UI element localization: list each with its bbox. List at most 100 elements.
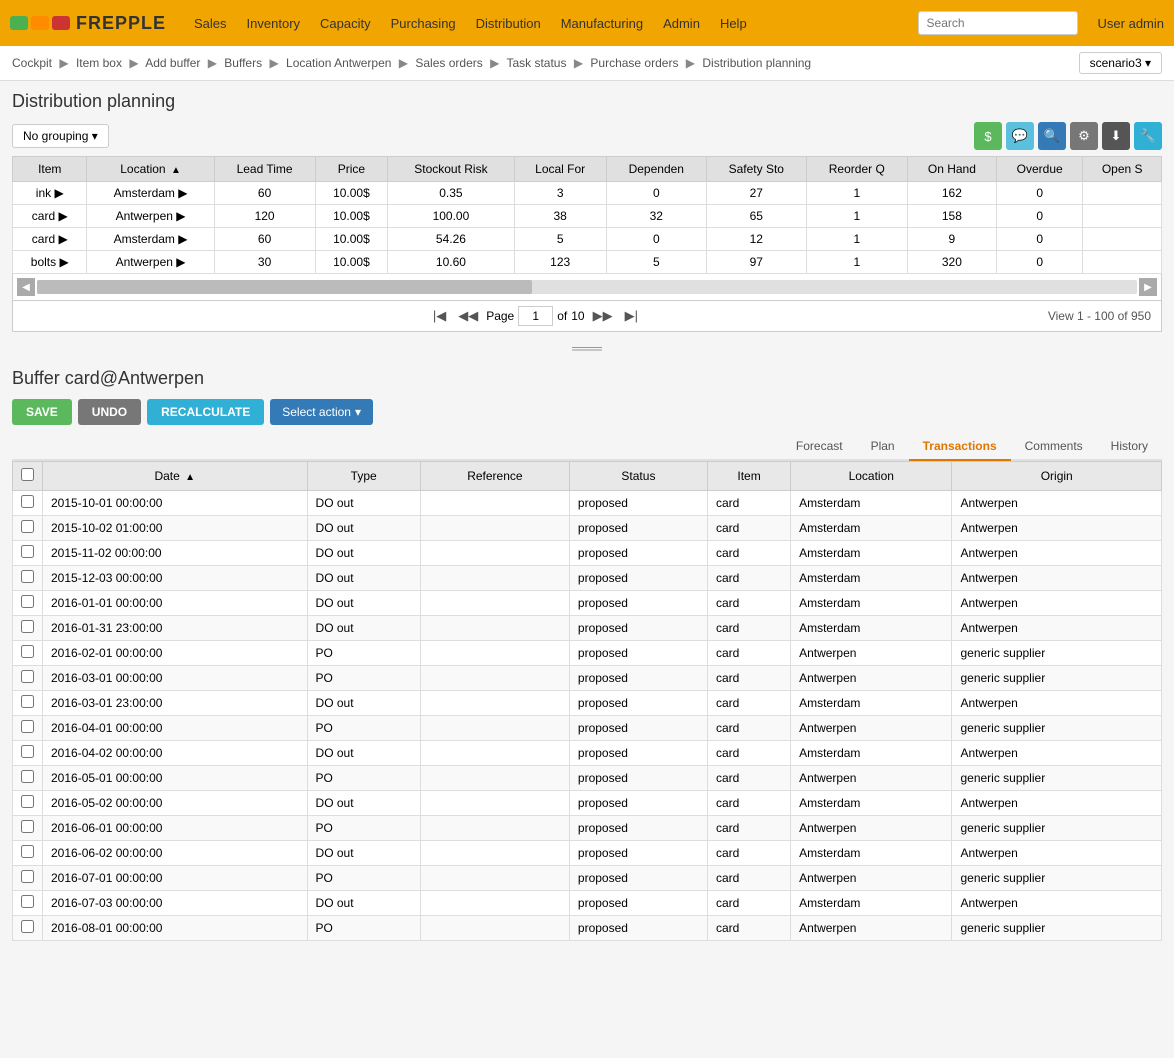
nav-link-manufacturing[interactable]: Manufacturing <box>553 12 651 35</box>
row-checkbox-cell[interactable] <box>13 591 43 616</box>
breadcrumb-purchase-orders[interactable]: Purchase orders <box>590 56 678 70</box>
settings-icon-btn[interactable]: ⚙ <box>1070 122 1098 150</box>
page-input[interactable] <box>518 306 553 326</box>
col-status[interactable]: Status <box>569 462 707 491</box>
row-checkbox-cell[interactable] <box>13 691 43 716</box>
nav-link-inventory[interactable]: Inventory <box>239 12 308 35</box>
cell-reference[interactable] <box>420 841 569 866</box>
row-checkbox-cell[interactable] <box>13 666 43 691</box>
first-page-btn[interactable]: |◀ <box>429 307 450 325</box>
tab-plan[interactable]: Plan <box>857 433 909 461</box>
cell-location[interactable]: Antwerpen ▶ <box>87 251 214 274</box>
col-local-for[interactable]: Local For <box>514 157 606 182</box>
breadcrumb-sales-orders[interactable]: Sales orders <box>415 56 482 70</box>
row-checkbox-cell[interactable] <box>13 916 43 941</box>
cell-reference[interactable] <box>420 916 569 941</box>
row-checkbox-cell[interactable] <box>13 516 43 541</box>
cell-reference[interactable] <box>420 616 569 641</box>
row-checkbox[interactable] <box>21 595 34 608</box>
last-page-btn[interactable]: ▶| <box>621 307 642 325</box>
row-checkbox[interactable] <box>21 745 34 758</box>
h-scroll-right[interactable]: ▶ <box>1139 278 1157 296</box>
row-checkbox-cell[interactable] <box>13 816 43 841</box>
row-checkbox-cell[interactable] <box>13 841 43 866</box>
breadcrumb-task-status[interactable]: Task status <box>506 56 566 70</box>
cell-reference[interactable] <box>420 666 569 691</box>
row-checkbox-cell[interactable] <box>13 866 43 891</box>
col-item[interactable]: Item <box>13 157 87 182</box>
col-open[interactable]: Open S <box>1083 157 1162 182</box>
cell-reference[interactable] <box>420 591 569 616</box>
breadcrumb-cockpit[interactable]: Cockpit <box>12 56 52 70</box>
row-checkbox[interactable] <box>21 870 34 883</box>
col-stockout[interactable]: Stockout Risk <box>388 157 514 182</box>
nav-link-sales[interactable]: Sales <box>186 12 235 35</box>
cell-reference[interactable] <box>420 866 569 891</box>
comment-icon-btn[interactable]: 💬 <box>1006 122 1034 150</box>
tab-history[interactable]: History <box>1097 433 1162 461</box>
cell-reference[interactable] <box>420 491 569 516</box>
cell-reference[interactable] <box>420 691 569 716</box>
dollar-icon-btn[interactable]: $ <box>974 122 1002 150</box>
breadcrumb-item-box[interactable]: Item box <box>76 56 122 70</box>
cell-reference[interactable] <box>420 541 569 566</box>
wrench-icon-btn[interactable]: 🔧 <box>1134 122 1162 150</box>
h-scroll-left[interactable]: ◀ <box>17 278 35 296</box>
tab-comments[interactable]: Comments <box>1011 433 1097 461</box>
row-checkbox-cell[interactable] <box>13 791 43 816</box>
row-checkbox[interactable] <box>21 545 34 558</box>
cell-item[interactable]: card ▶ <box>13 205 87 228</box>
next-page-btn[interactable]: ▶▶ <box>589 307 617 325</box>
nav-link-admin[interactable]: Admin <box>655 12 708 35</box>
row-checkbox-cell[interactable] <box>13 541 43 566</box>
row-checkbox-cell[interactable] <box>13 741 43 766</box>
cell-reference[interactable] <box>420 791 569 816</box>
row-checkbox[interactable] <box>21 820 34 833</box>
row-checkbox[interactable] <box>21 520 34 533</box>
cell-reference[interactable] <box>420 816 569 841</box>
tab-transactions[interactable]: Transactions <box>909 433 1011 461</box>
row-checkbox-cell[interactable] <box>13 891 43 916</box>
col-date[interactable]: Date ▲ <box>43 462 308 491</box>
download-icon-btn[interactable]: ⬇ <box>1102 122 1130 150</box>
cell-location[interactable]: Antwerpen ▶ <box>87 205 214 228</box>
row-checkbox[interactable] <box>21 720 34 733</box>
col-safety-stock[interactable]: Safety Sto <box>706 157 806 182</box>
col-item[interactable]: Item <box>707 462 790 491</box>
row-checkbox-cell[interactable] <box>13 766 43 791</box>
col-reorder[interactable]: Reorder Q <box>806 157 907 182</box>
search-input[interactable] <box>918 11 1078 35</box>
row-checkbox-cell[interactable] <box>13 716 43 741</box>
recalculate-button[interactable]: RECALCULATE <box>147 399 264 425</box>
select-action-button[interactable]: Select action ▾ <box>270 399 373 425</box>
col-origin[interactable]: Origin <box>952 462 1162 491</box>
row-checkbox-cell[interactable] <box>13 641 43 666</box>
cell-reference[interactable] <box>420 741 569 766</box>
cell-reference[interactable] <box>420 641 569 666</box>
h-scroll-track[interactable] <box>37 280 1137 294</box>
breadcrumb-add-buffer[interactable]: Add buffer <box>145 56 200 70</box>
col-leadtime[interactable]: Lead Time <box>214 157 315 182</box>
row-checkbox[interactable] <box>21 895 34 908</box>
search-icon-btn[interactable]: 🔍 <box>1038 122 1066 150</box>
cell-reference[interactable] <box>420 766 569 791</box>
cell-item[interactable]: ink ▶ <box>13 182 87 205</box>
col-onhand[interactable]: On Hand <box>907 157 996 182</box>
col-location[interactable]: Location <box>791 462 952 491</box>
nav-link-help[interactable]: Help <box>712 12 755 35</box>
row-checkbox[interactable] <box>21 570 34 583</box>
row-checkbox-cell[interactable] <box>13 566 43 591</box>
cell-item[interactable]: card ▶ <box>13 228 87 251</box>
cell-reference[interactable] <box>420 891 569 916</box>
col-reference[interactable]: Reference <box>420 462 569 491</box>
nav-link-purchasing[interactable]: Purchasing <box>383 12 464 35</box>
breadcrumb-buffers[interactable]: Buffers <box>224 56 262 70</box>
row-checkbox-cell[interactable] <box>13 616 43 641</box>
cell-item[interactable]: bolts ▶ <box>13 251 87 274</box>
scenario-dropdown[interactable]: scenario3 ▾ <box>1079 52 1162 74</box>
prev-page-btn[interactable]: ◀◀ <box>454 307 482 325</box>
cell-location[interactable]: Amsterdam ▶ <box>87 228 214 251</box>
cell-reference[interactable] <box>420 516 569 541</box>
row-checkbox[interactable] <box>21 495 34 508</box>
col-price[interactable]: Price <box>315 157 388 182</box>
